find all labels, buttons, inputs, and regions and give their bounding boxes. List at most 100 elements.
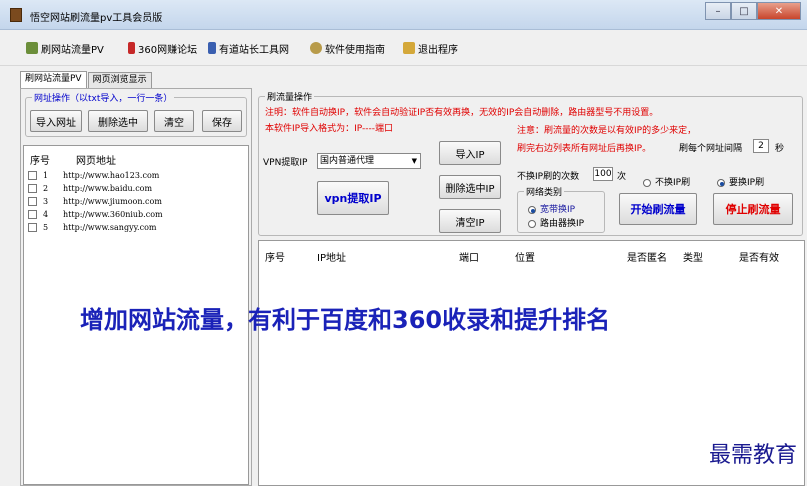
toolbar-item-tools[interactable]: 有道站长工具网 bbox=[208, 40, 289, 56]
mode-switch-label: 要换IP刷 bbox=[729, 178, 765, 188]
row-checkbox[interactable] bbox=[28, 170, 37, 180]
row-checkbox[interactable] bbox=[28, 196, 37, 206]
interval-input[interactable]: 2 bbox=[753, 139, 769, 153]
clear-urls-button[interactable]: 清空 bbox=[154, 110, 194, 132]
row-checkbox[interactable] bbox=[28, 222, 37, 232]
chart-icon bbox=[208, 42, 216, 54]
row-index: 5 bbox=[43, 222, 49, 232]
interval-unit: 秒 bbox=[775, 144, 785, 154]
row-checkbox[interactable] bbox=[28, 209, 37, 219]
row-index: 1 bbox=[43, 170, 49, 180]
row-url: http://www.360niub.com bbox=[63, 209, 163, 219]
save-urls-button[interactable]: 保存 bbox=[202, 110, 242, 132]
ip-table-header-index: 序号 bbox=[265, 253, 285, 264]
list-item[interactable]: 5 http://www.sangyy.com bbox=[28, 221, 156, 233]
toolbar-item-label: 退出程序 bbox=[418, 44, 458, 56]
list-item[interactable]: 4 http://www.360niub.com bbox=[28, 208, 163, 220]
title-bar: 悟空网站刷流量pv工具会员版 – □ ✕ bbox=[0, 0, 807, 30]
row-url: http://www.baidu.com bbox=[63, 183, 153, 193]
note-ip-format: 本软件IP导入格式为：IP----端口 bbox=[265, 124, 393, 134]
no-switch-count-label: 不换IP刷的次数 bbox=[517, 172, 580, 182]
router-label: 路由器换IP bbox=[540, 219, 585, 229]
ip-table-header-type: 类型 bbox=[683, 253, 703, 264]
clear-ip-button[interactable]: 清空IP bbox=[439, 209, 501, 233]
toolbar-item-label: 有道站长工具网 bbox=[219, 44, 289, 56]
url-panel: 网址操作（以txt导入，一行一条） 导入网址 删除选中 清空 保存 序号 网页地… bbox=[20, 88, 252, 486]
exit-icon bbox=[403, 42, 415, 54]
row-index: 3 bbox=[43, 196, 49, 206]
vpn-extract-button[interactable]: vpn提取IP bbox=[317, 181, 389, 215]
maximize-button[interactable]: □ bbox=[731, 2, 757, 20]
ip-table-header-anonymous: 是否匿名 bbox=[627, 253, 667, 264]
toolbar-item-pv[interactable]: 刷网站流量PV bbox=[26, 40, 104, 56]
mode-no-switch-radio[interactable]: 不换IP刷 bbox=[643, 175, 690, 188]
no-switch-count-unit: 次 bbox=[617, 172, 627, 182]
import-ip-button[interactable]: 导入IP bbox=[439, 141, 501, 165]
note-switch-after: 刷完右边列表所有网址后再换IP。 bbox=[517, 144, 652, 154]
flow-group-title: 刷流量操作 bbox=[265, 90, 315, 103]
person-icon bbox=[26, 42, 38, 54]
window-controls: – □ ✕ bbox=[705, 2, 801, 20]
radio-on-icon bbox=[717, 178, 725, 187]
row-index: 4 bbox=[43, 209, 49, 219]
proxy-type-value: 国内普通代理 bbox=[320, 156, 375, 166]
watermark: 最需教育 bbox=[708, 443, 797, 468]
toolbar-item-guide[interactable]: 软件使用指南 bbox=[310, 40, 385, 56]
mode-no-switch-label: 不换IP刷 bbox=[655, 178, 691, 188]
app-window: 悟空网站刷流量pv工具会员版 – □ ✕ 刷网站流量PV 360网赚论坛 有道站… bbox=[0, 0, 807, 486]
url-list-header-address: 网页地址 bbox=[76, 156, 116, 167]
url-operation-group: 网址操作（以txt导入，一行一条） 导入网址 删除选中 清空 保存 bbox=[25, 91, 247, 137]
radio-off-icon bbox=[528, 219, 536, 228]
row-checkbox[interactable] bbox=[28, 183, 37, 193]
broadband-radio[interactable]: 宽带换IP bbox=[528, 202, 575, 215]
ip-table-header-address: IP地址 bbox=[317, 253, 346, 264]
vpn-extract-label: VPN提取IP bbox=[263, 158, 308, 168]
no-switch-count-input[interactable]: 100 bbox=[593, 167, 613, 181]
ip-table-header-location: 位置 bbox=[515, 253, 535, 264]
window-title: 悟空网站刷流量pv工具会员版 bbox=[30, 13, 163, 24]
list-item[interactable]: 1 http://www.hao123.com bbox=[28, 169, 159, 181]
network-type-title: 网络类别 bbox=[524, 185, 565, 198]
chevron-down-icon: ▼ bbox=[411, 157, 417, 165]
ip-table-header-port: 端口 bbox=[459, 253, 479, 264]
minimize-button[interactable]: – bbox=[705, 2, 731, 20]
stop-flow-button[interactable]: 停止刷流量 bbox=[713, 193, 793, 225]
radio-on-icon bbox=[528, 205, 536, 214]
list-item[interactable]: 2 http://www.baidu.com bbox=[28, 182, 152, 194]
toolbar-item-label: 软件使用指南 bbox=[325, 44, 385, 56]
proxy-type-select[interactable]: 国内普通代理 ▼ bbox=[317, 153, 421, 169]
close-button[interactable]: ✕ bbox=[757, 2, 801, 20]
router-radio[interactable]: 路由器换IP bbox=[528, 216, 584, 229]
toolbar-item-label: 360网赚论坛 bbox=[138, 44, 198, 56]
help-icon bbox=[310, 42, 322, 54]
row-url: http://www.hao123.com bbox=[63, 170, 160, 180]
row-index: 2 bbox=[43, 183, 49, 193]
toolbar: 刷网站流量PV 360网赚论坛 有道站长工具网 软件使用指南 退出程序 bbox=[0, 30, 807, 66]
toolbar-item-exit[interactable]: 退出程序 bbox=[403, 40, 458, 56]
toolbar-item-forum[interactable]: 360网赚论坛 bbox=[128, 40, 197, 56]
start-flow-button[interactable]: 开始刷流量 bbox=[619, 193, 697, 225]
flow-operation-panel: 刷流量操作 注明：软件自动换IP，软件会自动验证IP否有效再换，无效的IP会自动… bbox=[258, 88, 807, 238]
url-group-title: 网址操作（以txt导入，一行一条） bbox=[32, 91, 175, 104]
url-list-header-index: 序号 bbox=[30, 156, 50, 167]
row-url: http://www.jiumoon.com bbox=[63, 196, 162, 206]
delete-selected-ip-button[interactable]: 删除选中IP bbox=[439, 175, 501, 199]
note-count: 注意：刷流量的次数是以有效IP的多少来定， bbox=[517, 126, 697, 136]
radio-off-icon bbox=[643, 178, 651, 187]
flow-operation-group: 刷流量操作 注明：软件自动换IP，软件会自动验证IP否有效再换，无效的IP会自动… bbox=[258, 90, 803, 236]
app-icon bbox=[10, 8, 22, 22]
interval-label: 刷每个网址间隔 bbox=[679, 144, 743, 154]
promo-banner-text: 增加网站流量，有利于百度和360收录和提升排名 bbox=[80, 306, 611, 334]
import-url-button[interactable]: 导入网址 bbox=[30, 110, 82, 132]
broadband-label: 宽带换IP bbox=[540, 205, 576, 215]
row-url: http://www.sangyy.com bbox=[63, 222, 157, 232]
delete-selected-button[interactable]: 删除选中 bbox=[88, 110, 148, 132]
mode-switch-radio[interactable]: 要换IP刷 bbox=[717, 175, 764, 188]
toolbar-item-label: 刷网站流量PV bbox=[41, 44, 104, 56]
list-item[interactable]: 3 http://www.jiumoon.com bbox=[28, 195, 162, 207]
tab-flow-pv[interactable]: 刷网站流量PV bbox=[20, 71, 87, 88]
tab-strip: 刷网站流量PV 网页浏览显示 bbox=[20, 71, 153, 88]
tab-browser-view[interactable]: 网页浏览显示 bbox=[87, 72, 152, 88]
network-type-group: 网络类别 宽带换IP 路由器换IP bbox=[517, 185, 605, 233]
book-icon bbox=[128, 42, 135, 54]
